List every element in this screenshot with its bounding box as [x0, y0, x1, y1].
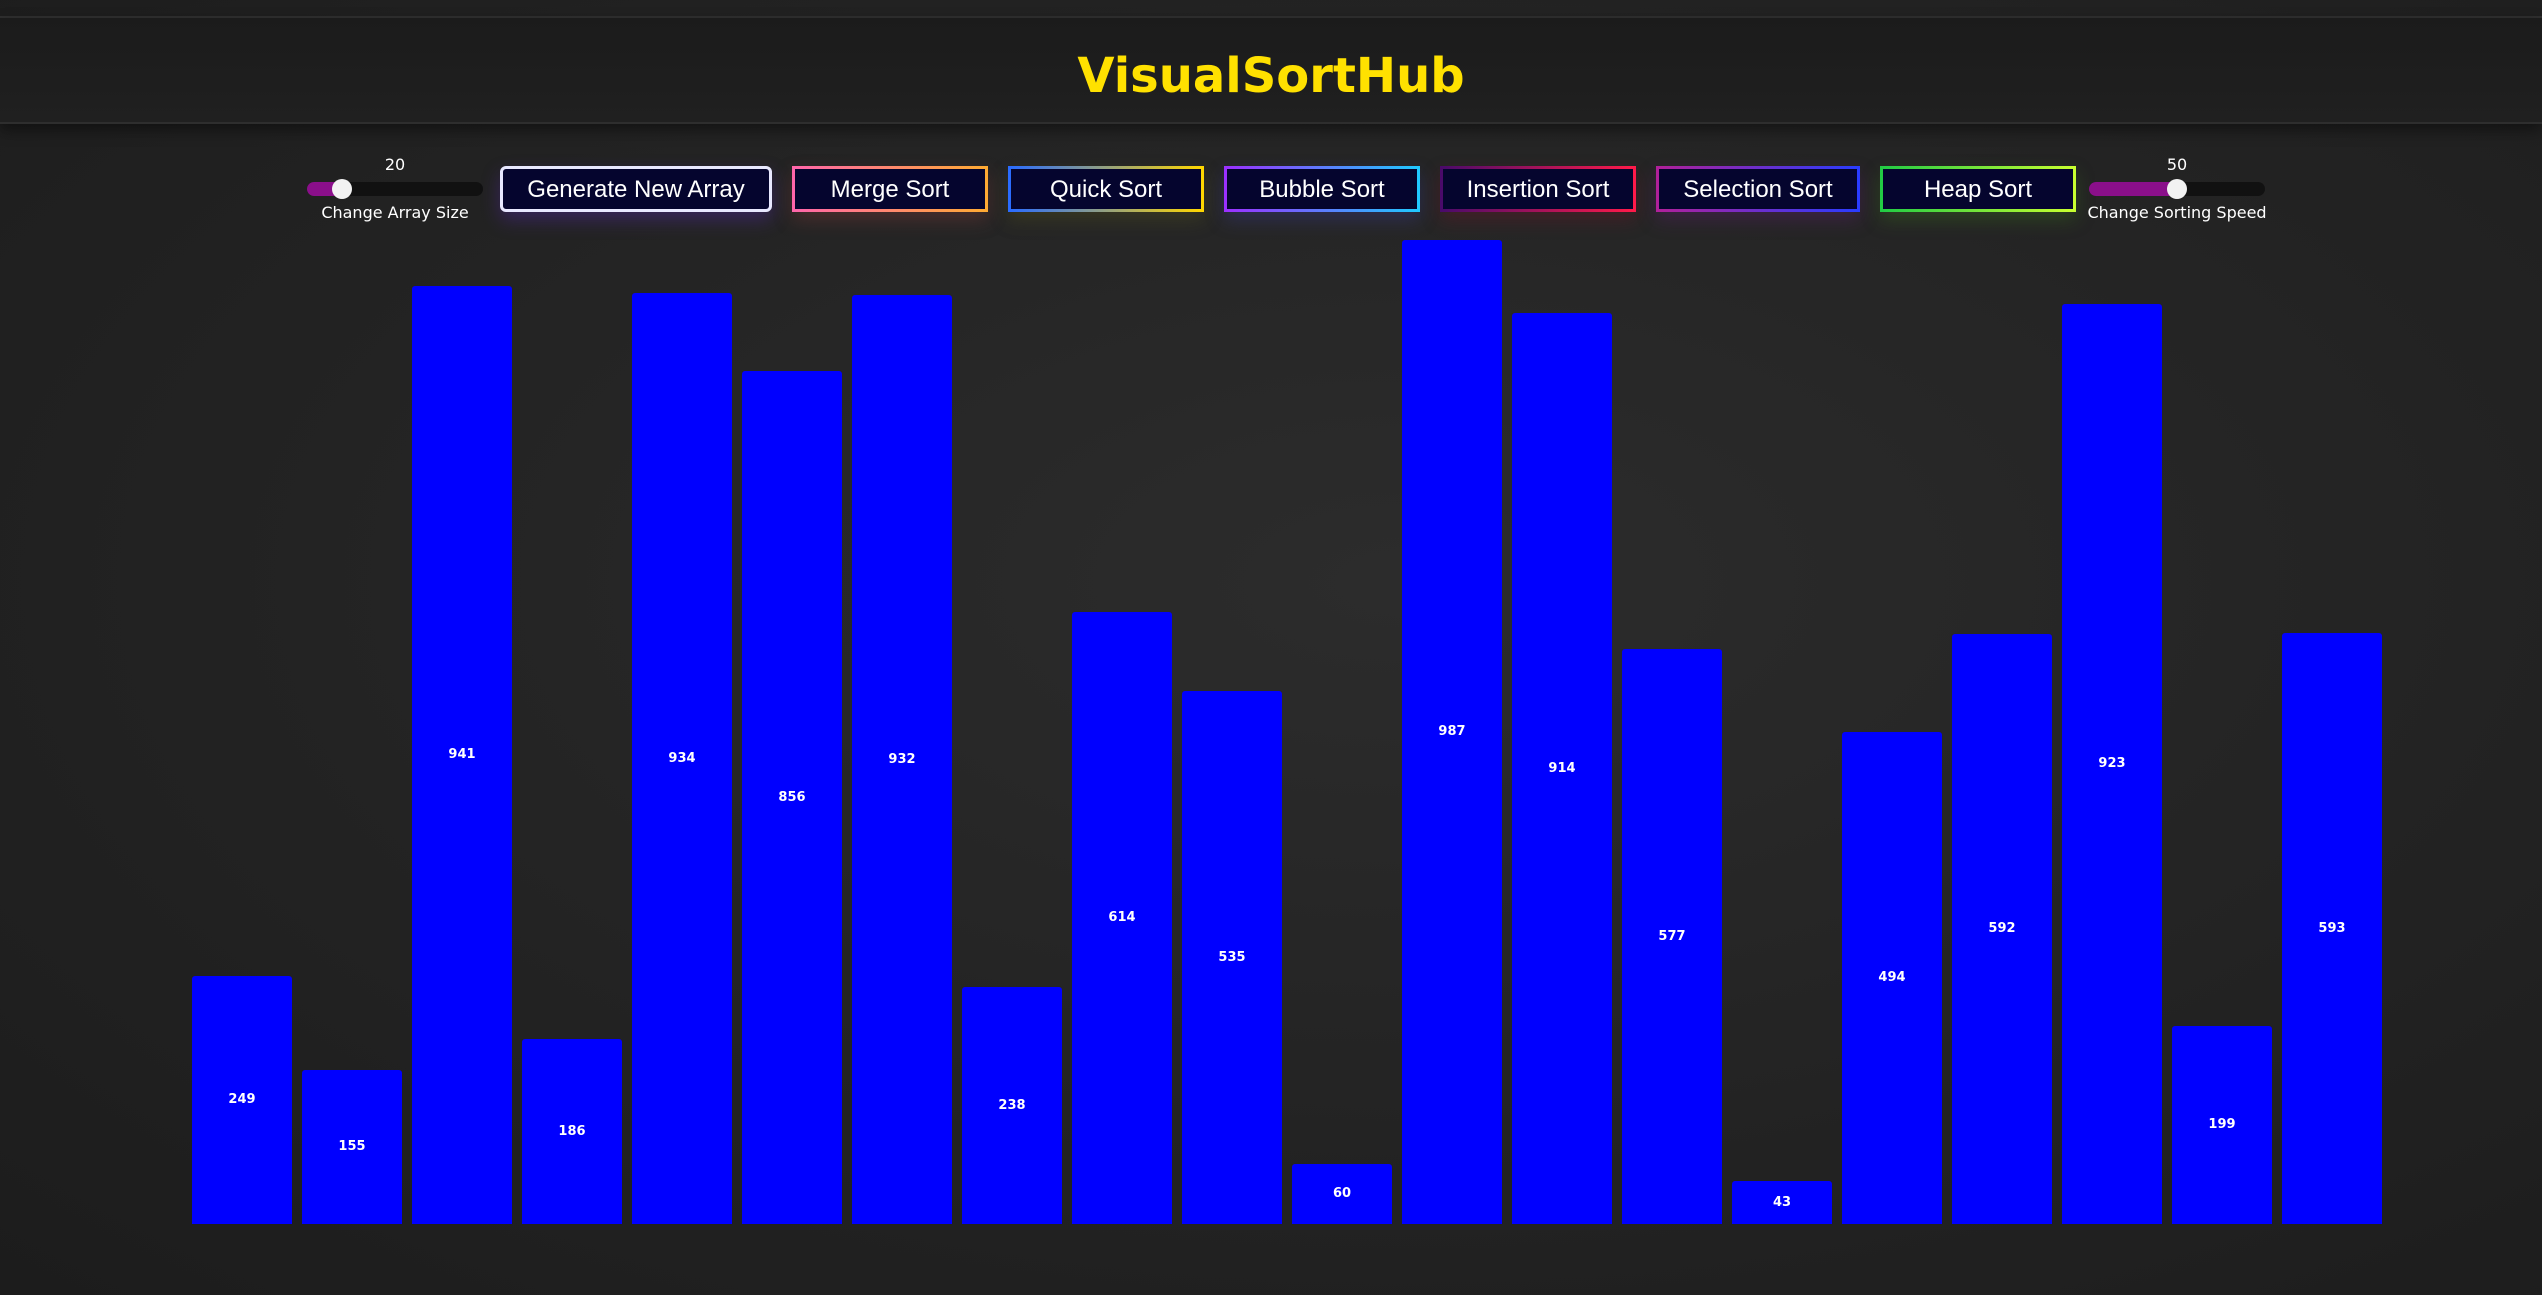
sorting-speed-value: 50	[2166, 155, 2188, 174]
array-bar-value: 614	[1108, 910, 1136, 925]
array-bar: 249	[192, 976, 292, 1224]
selection-sort-button[interactable]: Selection Sort	[1656, 166, 1860, 212]
array-size-control: 20 Change Array Size	[300, 154, 490, 224]
array-bar-value: 856	[778, 790, 806, 805]
sorting-speed-control: 50 Change Sorting Speed	[2082, 154, 2272, 224]
array-bar-value: 987	[1438, 724, 1466, 739]
array-bar: 593	[2282, 633, 2382, 1224]
array-bar-value: 60	[1332, 1186, 1352, 1201]
sorting-speed-slider-thumb[interactable]	[2167, 179, 2187, 199]
array-bar: 199	[2172, 1026, 2272, 1224]
array-bar-value: 914	[1548, 761, 1576, 776]
array-bar: 614	[1072, 612, 1172, 1224]
array-bar: 987	[1402, 240, 1502, 1224]
array-bar: 186	[522, 1039, 622, 1224]
sorting-speed-slider[interactable]	[2089, 179, 2265, 199]
bubble-sort-button[interactable]: Bubble Sort	[1224, 166, 1420, 212]
array-bar-value: 593	[2318, 921, 2346, 936]
array-bar: 577	[1622, 649, 1722, 1224]
array-bar-value: 249	[228, 1092, 256, 1107]
array-bar: 941	[412, 286, 512, 1224]
page-title: VisualSortHub	[1077, 48, 1465, 104]
array-bar: 535	[1182, 691, 1282, 1224]
array-bar-value: 238	[998, 1098, 1026, 1113]
array-bar-value: 535	[1218, 950, 1246, 965]
array-bar: 923	[2062, 304, 2162, 1224]
array-size-slider-thumb[interactable]	[332, 179, 352, 199]
array-size-slider[interactable]	[307, 179, 483, 199]
array-bar-value: 577	[1658, 929, 1686, 944]
array-bar-value: 934	[668, 751, 696, 766]
array-bar-value: 592	[1988, 921, 2016, 936]
array-size-value: 20	[384, 155, 406, 174]
sorting-speed-caption: Change Sorting Speed	[2087, 203, 2267, 222]
array-bar-value: 932	[888, 752, 916, 767]
array-bar: 43	[1732, 1181, 1832, 1224]
array-bar-value: 186	[558, 1124, 586, 1139]
array-bar: 155	[302, 1070, 402, 1224]
array-size-caption: Change Array Size	[321, 203, 469, 222]
array-bar: 856	[742, 371, 842, 1224]
generate-new-array-button[interactable]: Generate New Array	[500, 166, 772, 212]
array-bar: 60	[1292, 1164, 1392, 1224]
array-bar-value: 941	[448, 747, 476, 762]
array-bar-value: 923	[2098, 756, 2126, 771]
array-bar: 914	[1512, 313, 1612, 1224]
heap-sort-button[interactable]: Heap Sort	[1880, 166, 2076, 212]
array-bar-value: 43	[1772, 1195, 1792, 1210]
array-bar: 934	[632, 293, 732, 1224]
merge-sort-button[interactable]: Merge Sort	[792, 166, 988, 212]
array-bar: 932	[852, 295, 952, 1224]
sorting-speed-slider-fill	[2089, 182, 2177, 196]
array-bar-value: 494	[1878, 970, 1906, 985]
array-bar: 494	[1842, 732, 1942, 1224]
quick-sort-button[interactable]: Quick Sort	[1008, 166, 1204, 212]
array-bar-value: 155	[338, 1139, 366, 1154]
array-bar-value: 199	[2208, 1117, 2236, 1132]
insertion-sort-button[interactable]: Insertion Sort	[1440, 166, 1636, 212]
array-bar: 238	[962, 987, 1062, 1224]
array-bar: 592	[1952, 634, 2052, 1224]
